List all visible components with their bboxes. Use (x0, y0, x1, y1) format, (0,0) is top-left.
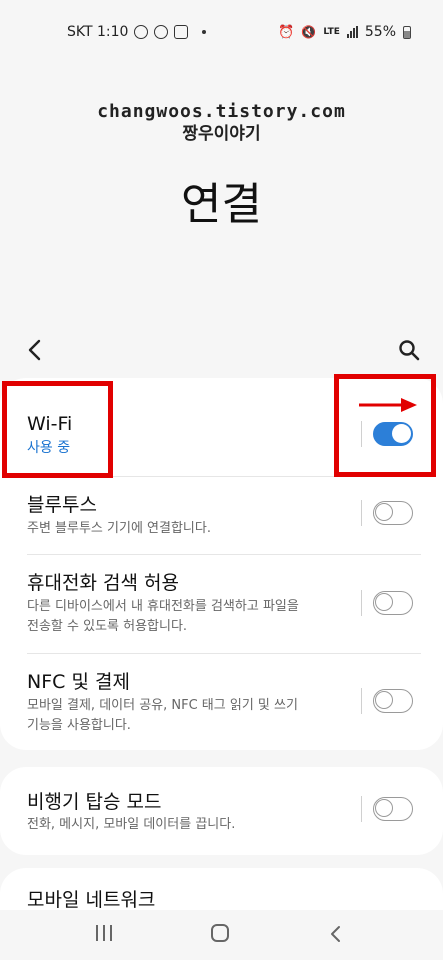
row-divider (361, 688, 362, 714)
nfc-title: NFC 및 결제 (27, 671, 130, 693)
phone-visibility-desc-1: 다른 디바이스에서 내 휴대전화를 검색하고 파일을 (27, 599, 299, 614)
toggle-knob (375, 691, 393, 709)
battery-percent: 55% (364, 24, 396, 40)
nfc-desc-2: 기능을 사용합니다. (27, 718, 131, 733)
recent-apps-icon (103, 925, 105, 941)
page-title: 연결 (181, 179, 262, 230)
phone-visibility-toggle[interactable] (373, 591, 413, 615)
home-button[interactable] (211, 924, 229, 942)
toggle-knob (375, 503, 393, 521)
nfc-desc-1: 모바일 결제, 데이터 공유, NFC 태그 읽기 및 쓰기 (27, 698, 298, 713)
toggle-knob (375, 799, 393, 817)
row-divider (361, 500, 362, 526)
airplane-mode-toggle[interactable] (373, 797, 413, 821)
recent-apps-icon (110, 925, 112, 941)
watermark-url: changwoos.tistory.com (97, 101, 346, 122)
bluetooth-row[interactable]: 블루투스 주변 블루투스 기기에 연결합니다. (0, 476, 443, 554)
wifi-label-highlight-box (2, 381, 113, 478)
lte-indicator: LTE (323, 26, 340, 37)
wifi-toggle-highlight-box (334, 374, 436, 477)
talk-notification-icon (154, 25, 169, 39)
nfc-row[interactable]: NFC 및 결제 모바일 결제, 데이터 공유, NFC 태그 읽기 및 쓰기 … (0, 653, 443, 750)
nfc-toggle[interactable] (373, 689, 413, 713)
nav-back-button[interactable] (326, 922, 346, 946)
airplane-mode-desc: 전화, 메시지, 모바일 데이터를 끕니다. (27, 817, 236, 832)
phone-visibility-title: 휴대전화 검색 허용 (27, 572, 179, 594)
watermark: changwoos.tistory.com 짱우이야기 (0, 100, 443, 144)
navigation-bar (0, 910, 443, 960)
search-button[interactable] (397, 338, 421, 362)
phone-visibility-row[interactable]: 휴대전화 검색 허용 다른 디바이스에서 내 휴대전화를 검색하고 파일을 전송… (0, 554, 443, 652)
bluetooth-desc: 주변 블루투스 기기에 연결합니다. (27, 521, 211, 536)
mute-icon: 🔇 (301, 25, 317, 39)
status-bar: SKT 1:10 ⏰ 🔇 LTE 55% (0, 0, 443, 66)
airplane-card: 비행기 탑승 모드 전화, 메시지, 모바일 데이터를 끕니다. (0, 767, 443, 855)
gallery-notification-icon (174, 25, 189, 39)
signal-icon (346, 26, 358, 38)
recent-apps-icon (96, 925, 98, 941)
airplane-mode-row[interactable]: 비행기 탑승 모드 전화, 메시지, 모바일 데이터를 끕니다. (0, 767, 443, 855)
watermark-name: 짱우이야기 (182, 124, 261, 144)
row-divider (361, 590, 362, 616)
bluetooth-toggle[interactable] (373, 501, 413, 525)
more-notifications-icon (202, 30, 207, 34)
row-divider (361, 796, 362, 822)
red-arrow-icon (359, 398, 417, 412)
alarm-icon: ⏰ (278, 24, 295, 40)
bluetooth-title: 블루투스 (27, 494, 97, 516)
toggle-knob (375, 593, 393, 611)
airplane-mode-title: 비행기 탑승 모드 (27, 791, 162, 813)
phone-visibility-desc-2: 전송할 수 있도록 허용합니다. (27, 619, 188, 634)
status-left: SKT 1:10 (67, 24, 207, 40)
recent-apps-button[interactable] (96, 925, 112, 941)
back-button[interactable] (24, 336, 48, 364)
battery-icon (403, 25, 411, 39)
chevron-left-icon (28, 339, 41, 361)
chat-notification-icon (134, 25, 149, 39)
search-icon (399, 340, 420, 361)
status-right: ⏰ 🔇 LTE 55% (278, 24, 411, 40)
mobile-network-title: 모바일 네트워크 (27, 889, 156, 911)
carrier-time: SKT 1:10 (67, 24, 129, 40)
